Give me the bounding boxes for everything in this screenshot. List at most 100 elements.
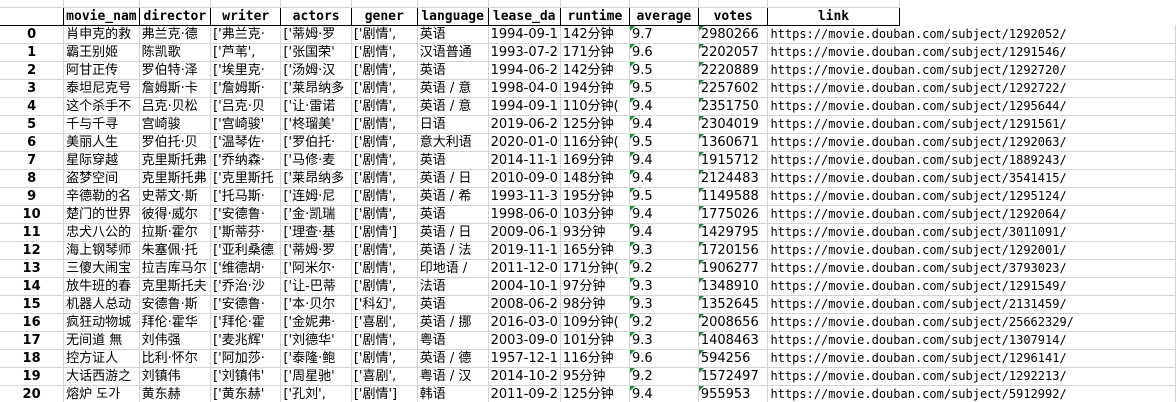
- cell-actors[interactable]: ['金·凯瑞: [280, 205, 352, 224]
- cell-movie-name[interactable]: 控方证人: [63, 349, 140, 368]
- cell-actors[interactable]: ['连姆·尼: [280, 187, 352, 206]
- cell-release[interactable]: 2016-03-0: [488, 313, 561, 332]
- cell[interactable]: [139, 0, 212, 8]
- row-index[interactable]: 7: [0, 151, 65, 170]
- cell-movie-name[interactable]: 肖申克的救: [63, 25, 140, 44]
- cell-language[interactable]: 英语: [417, 25, 489, 44]
- cell-language[interactable]: 英语 / 意: [417, 97, 489, 116]
- cell-runtime[interactable]: 125分钟: [560, 385, 630, 402]
- cell-actors[interactable]: ['让-巴蒂: [280, 277, 352, 296]
- cell-actors[interactable]: ['本·贝尔: [280, 295, 352, 314]
- cell-release[interactable]: 1998-06-0: [488, 205, 561, 224]
- cell-director[interactable]: 刘镇伟: [139, 367, 212, 386]
- cell-runtime[interactable]: 142分钟: [560, 61, 630, 80]
- cell[interactable]: [210, 0, 282, 8]
- cell-language[interactable]: 英语 / 挪: [417, 313, 489, 332]
- cell[interactable]: [767, 0, 900, 8]
- cell-link[interactable]: https://movie.douban.com/subject/2131459…: [767, 295, 1176, 314]
- cell-writer[interactable]: ['安德鲁·: [210, 205, 282, 224]
- cell-link[interactable]: https://movie.douban.com/subject/1295644…: [767, 97, 1176, 116]
- cell-runtime[interactable]: 109分钟(: [560, 313, 630, 332]
- cell-director[interactable]: 安德鲁·斯: [139, 295, 212, 314]
- cell-link[interactable]: https://movie.douban.com/subject/1291546…: [767, 43, 1176, 62]
- cell-runtime[interactable]: 125分钟: [560, 115, 630, 134]
- cell-director[interactable]: 克里斯托弗: [139, 169, 212, 188]
- cell-runtime[interactable]: 169分钟: [560, 151, 630, 170]
- cell-link[interactable]: https://movie.douban.com/subject/1295124…: [767, 187, 1176, 206]
- cell-language[interactable]: 粤语: [417, 331, 489, 350]
- cell-movie-name[interactable]: 疯狂动物城: [63, 313, 140, 332]
- cell-votes[interactable]: 1149588: [698, 187, 769, 206]
- cell-link[interactable]: https://movie.douban.com/subject/1296141…: [767, 349, 1176, 368]
- row-index[interactable]: 18: [0, 349, 65, 368]
- cell-link[interactable]: https://movie.douban.com/subject/1889243…: [767, 151, 1176, 170]
- column-header[interactable]: average: [629, 7, 699, 26]
- cell-language[interactable]: 英语 / 日: [417, 223, 489, 242]
- cell-average[interactable]: 9.6: [629, 43, 699, 62]
- cell-votes[interactable]: 955953: [698, 385, 769, 402]
- cell-release[interactable]: 2004-10-1: [488, 277, 561, 296]
- cell-language[interactable]: 英语 / 德: [417, 349, 489, 368]
- cell-language[interactable]: 英语 / 意: [417, 79, 489, 98]
- cell-movie-name[interactable]: 无间道 無: [63, 331, 140, 350]
- cell-votes[interactable]: 594256: [698, 349, 769, 368]
- cell-votes[interactable]: 1348910: [698, 277, 769, 296]
- cell-director[interactable]: 克里斯托夫: [139, 277, 212, 296]
- cell-release[interactable]: 1957-12-1: [488, 349, 561, 368]
- cell-link[interactable]: https://movie.douban.com/subject/3793023…: [767, 259, 1176, 278]
- cell-runtime[interactable]: 93分钟: [560, 223, 630, 242]
- cell-link[interactable]: https://movie.douban.com/subject/5912992…: [767, 385, 1176, 402]
- cell-link[interactable]: https://movie.douban.com/subject/3541415…: [767, 169, 1176, 188]
- column-header[interactable]: writer: [210, 7, 282, 26]
- cell[interactable]: [629, 0, 699, 8]
- cell-runtime[interactable]: 110分钟(: [560, 97, 630, 116]
- cell-movie-name[interactable]: 海上钢琴师: [63, 241, 140, 260]
- cell-average[interactable]: 9.6: [629, 349, 699, 368]
- row-index[interactable]: 2: [0, 61, 65, 80]
- cell-link[interactable]: https://movie.douban.com/subject/1292001…: [767, 241, 1176, 260]
- cell-runtime[interactable]: 195分钟: [560, 187, 630, 206]
- cell-language[interactable]: 英语 / 法: [417, 241, 489, 260]
- cell-average[interactable]: 9.4: [629, 385, 699, 402]
- row-index[interactable]: 6: [0, 133, 65, 152]
- cell-writer[interactable]: ['乔纳森·: [210, 151, 282, 170]
- cell-release[interactable]: 2008-06-2: [488, 295, 561, 314]
- cell-votes[interactable]: 1352645: [698, 295, 769, 314]
- cell-gener[interactable]: ['喜剧',: [351, 313, 418, 332]
- cell-gener[interactable]: ['剧情',: [351, 277, 418, 296]
- cell-runtime[interactable]: 142分钟: [560, 25, 630, 44]
- column-header[interactable]: link: [767, 7, 900, 26]
- cell-average[interactable]: 9.3: [629, 331, 699, 350]
- cell-votes[interactable]: 2304019: [698, 115, 769, 134]
- cell-actors[interactable]: ['阿米尔·: [280, 259, 352, 278]
- cell-votes[interactable]: 1408463: [698, 331, 769, 350]
- cell-language[interactable]: 法语: [417, 277, 489, 296]
- cell-release[interactable]: 1994-09-1: [488, 97, 561, 116]
- cell-language[interactable]: 汉语普通: [417, 43, 489, 62]
- cell-runtime[interactable]: 98分钟: [560, 295, 630, 314]
- cell[interactable]: [351, 0, 418, 8]
- cell-language[interactable]: 韩语: [417, 385, 489, 402]
- cell-actors[interactable]: ['刘德华': [280, 331, 352, 350]
- cell-release[interactable]: 1994-06-2: [488, 61, 561, 80]
- cell-runtime[interactable]: 165分钟: [560, 241, 630, 260]
- cell[interactable]: [488, 0, 561, 8]
- cell-language[interactable]: 粤语 / 汉: [417, 367, 489, 386]
- cell-link[interactable]: https://movie.douban.com/subject/2566232…: [767, 313, 1176, 332]
- cell-gener[interactable]: ['剧情',: [351, 151, 418, 170]
- cell-gener[interactable]: ['喜剧',: [351, 367, 418, 386]
- cell-actors[interactable]: ['罗伯托·: [280, 133, 352, 152]
- cell-release[interactable]: 2011-09-2: [488, 385, 561, 402]
- cell-average[interactable]: 9.5: [629, 61, 699, 80]
- cell-director[interactable]: 陈凯歌: [139, 43, 212, 62]
- cell-movie-name[interactable]: 辛德勒的名: [63, 187, 140, 206]
- cell-release[interactable]: 2014-10-2: [488, 367, 561, 386]
- cell-votes[interactable]: 1915712: [698, 151, 769, 170]
- cell-director[interactable]: 拉斯·霍尔: [139, 223, 212, 242]
- cell-link[interactable]: https://movie.douban.com/subject/1292722…: [767, 79, 1176, 98]
- cell-movie-name[interactable]: 三傻大闹宝: [63, 259, 140, 278]
- column-header[interactable]: votes: [698, 7, 769, 26]
- cell-link[interactable]: https://movie.douban.com/subject/1292720…: [767, 61, 1176, 80]
- cell-runtime[interactable]: 171分钟: [560, 43, 630, 62]
- cell-director[interactable]: 罗伯特·泽: [139, 61, 212, 80]
